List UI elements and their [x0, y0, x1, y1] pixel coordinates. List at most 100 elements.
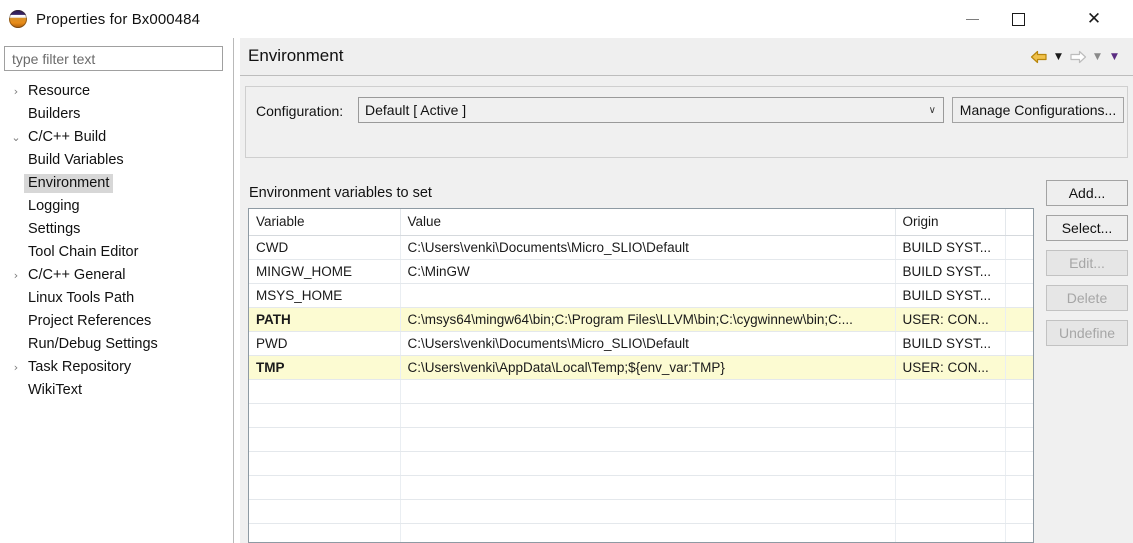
cell-variable: PWD: [249, 331, 400, 355]
add-button[interactable]: Add...: [1046, 180, 1128, 206]
sidebar-item-label: Builders: [24, 105, 84, 124]
cell-empty: [1005, 403, 1033, 427]
sidebar-item-build-variables[interactable]: Build Variables: [0, 149, 232, 172]
properties-tree-panel: ›ResourceBuilders⌄C/C++ BuildBuild Varia…: [0, 38, 232, 543]
sidebar-item-tool-chain-editor[interactable]: Tool Chain Editor: [0, 241, 232, 264]
table-row[interactable]: CWDC:\Users\venki\Documents\Micro_SLIO\D…: [249, 235, 1033, 259]
manage-configurations-button[interactable]: Manage Configurations...: [952, 97, 1124, 123]
cell-empty: [400, 499, 895, 523]
cell-value: C:\Users\venki\Documents\Micro_SLIO\Defa…: [400, 235, 895, 259]
sidebar-item-label: Settings: [24, 220, 84, 239]
page-header: Environment ▼ ▼ ▼: [240, 38, 1133, 76]
cell-empty: [249, 379, 400, 403]
table-empty-row[interactable]: [249, 403, 1033, 427]
minimize-button[interactable]: [949, 0, 995, 38]
cell-spacer: [1005, 355, 1033, 379]
configuration-group: Configuration: Default [ Active ] ∨ Mana…: [245, 86, 1128, 158]
sidebar-item-task-repository[interactable]: ›Task Repository: [0, 356, 232, 379]
sidebar-item-label: Task Repository: [24, 358, 135, 377]
table-empty-row[interactable]: [249, 427, 1033, 451]
column-header-variable[interactable]: Variable: [249, 209, 400, 235]
forward-dropdown-caret-icon: ▼: [1089, 47, 1106, 67]
cell-value: C:\Users\venki\Documents\Micro_SLIO\Defa…: [400, 331, 895, 355]
close-button[interactable]: ✕: [1071, 0, 1117, 38]
configuration-dropdown[interactable]: Default [ Active ] ∨: [358, 97, 944, 123]
maximize-button[interactable]: [995, 0, 1041, 38]
search-input[interactable]: [5, 51, 222, 67]
table-action-buttons: Add...Select...Edit...DeleteUndefine: [1046, 180, 1128, 355]
cell-spacer: [1005, 307, 1033, 331]
cell-empty: [895, 427, 1005, 451]
delete-button: Delete: [1046, 285, 1128, 311]
table-row[interactable]: PATHC:\msys64\mingw64\bin;C:\Program Fil…: [249, 307, 1033, 331]
cell-origin: USER: CON...: [895, 355, 1005, 379]
cell-origin: USER: CON...: [895, 307, 1005, 331]
sidebar-item-c-c-general[interactable]: ›C/C++ General: [0, 264, 232, 287]
back-arrow-icon[interactable]: [1028, 47, 1050, 67]
sidebar-item-run-debug-settings[interactable]: Run/Debug Settings: [0, 333, 232, 356]
sidebar-item-settings[interactable]: Settings: [0, 218, 232, 241]
column-header-origin[interactable]: Origin: [895, 209, 1005, 235]
sidebar-item-builders[interactable]: Builders: [0, 103, 232, 126]
table-empty-row[interactable]: [249, 475, 1033, 499]
table-empty-row[interactable]: [249, 499, 1033, 523]
table-row[interactable]: TMPC:\Users\venki\AppData\Local\Temp;${e…: [249, 355, 1033, 379]
chevron-down-icon[interactable]: ⌄: [8, 132, 24, 143]
cell-value: C:\msys64\mingw64\bin;C:\Program Files\L…: [400, 307, 895, 331]
cell-empty: [895, 499, 1005, 523]
sidebar-item-label: C/C++ Build: [24, 128, 110, 147]
chevron-right-icon[interactable]: ›: [8, 270, 24, 281]
cell-empty: [895, 523, 1005, 543]
chevron-right-icon[interactable]: ›: [8, 362, 24, 373]
table-row[interactable]: MINGW_HOMEC:\MinGWBUILD SYST...: [249, 259, 1033, 283]
sidebar-item-wikitext[interactable]: WikiText: [0, 379, 232, 402]
table-empty-row[interactable]: [249, 379, 1033, 403]
filter-box[interactable]: [4, 46, 223, 71]
table-header-row: Variable Value Origin: [249, 209, 1033, 235]
sidebar-item-project-references[interactable]: Project References: [0, 310, 232, 333]
chevron-right-icon[interactable]: ›: [8, 86, 24, 97]
cell-empty: [249, 499, 400, 523]
cell-empty: [400, 475, 895, 499]
cell-empty: [895, 403, 1005, 427]
table-row[interactable]: PWDC:\Users\venki\Documents\Micro_SLIO\D…: [249, 331, 1033, 355]
cell-empty: [895, 379, 1005, 403]
table-empty-row[interactable]: [249, 451, 1033, 475]
sidebar-item-c-c-build[interactable]: ⌄C/C++ Build: [0, 126, 232, 149]
page-title: Environment: [248, 46, 343, 66]
cell-empty: [1005, 427, 1033, 451]
chevron-down-icon: ∨: [929, 105, 943, 116]
header-divider: [240, 75, 1133, 76]
settings-tree: ›ResourceBuilders⌄C/C++ BuildBuild Varia…: [0, 80, 232, 402]
select-button[interactable]: Select...: [1046, 215, 1128, 241]
cell-empty: [249, 451, 400, 475]
page-nav-controls: ▼ ▼ ▼: [1028, 47, 1123, 67]
cell-value: C:\MinGW: [400, 259, 895, 283]
view-menu-caret-icon[interactable]: ▼: [1106, 47, 1123, 67]
environment-page: Environment ▼ ▼ ▼ Configuration: Default…: [240, 38, 1133, 543]
cell-spacer: [1005, 235, 1033, 259]
minimize-icon: [966, 19, 979, 20]
maximize-icon: [1012, 13, 1025, 26]
sidebar-item-resource[interactable]: ›Resource: [0, 80, 232, 103]
sidebar-item-label: Tool Chain Editor: [24, 243, 142, 262]
eclipse-icon: [9, 10, 27, 28]
cell-variable: MSYS_HOME: [249, 283, 400, 307]
table-empty-row[interactable]: [249, 523, 1033, 543]
cell-empty: [400, 379, 895, 403]
environment-variables-table[interactable]: Variable Value Origin CWDC:\Users\venki\…: [248, 208, 1034, 543]
column-header-value[interactable]: Value: [400, 209, 895, 235]
table-row[interactable]: MSYS_HOMEBUILD SYST...: [249, 283, 1033, 307]
sidebar-item-label: Environment: [24, 174, 113, 193]
sidebar-item-environment[interactable]: Environment: [0, 172, 232, 195]
sidebar-item-label: C/C++ General: [24, 266, 130, 285]
cell-empty: [400, 403, 895, 427]
back-dropdown-caret-icon[interactable]: ▼: [1050, 47, 1067, 67]
configuration-label: Configuration:: [256, 103, 343, 119]
sidebar-item-logging[interactable]: Logging: [0, 195, 232, 218]
panel-divider: [233, 38, 234, 543]
sidebar-item-linux-tools-path[interactable]: Linux Tools Path: [0, 287, 232, 310]
cell-origin: BUILD SYST...: [895, 235, 1005, 259]
cell-origin: BUILD SYST...: [895, 259, 1005, 283]
cell-empty: [1005, 499, 1033, 523]
